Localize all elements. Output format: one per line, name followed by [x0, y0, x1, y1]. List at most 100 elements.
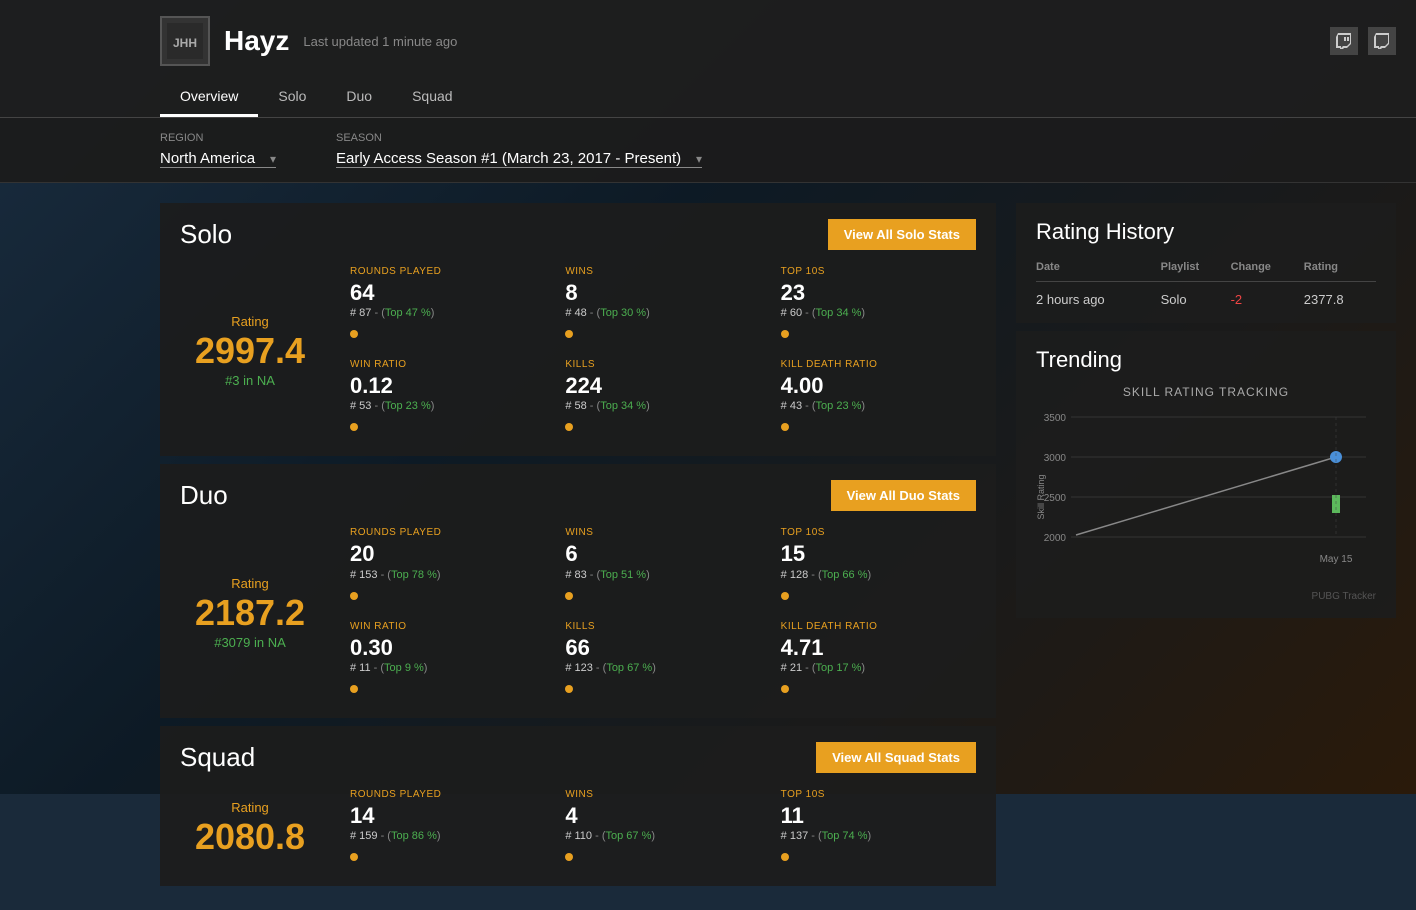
squad-stat-wins-dot — [565, 853, 573, 861]
svg-text:3500: 3500 — [1044, 413, 1067, 424]
solo-stat-wins-name: WINS — [565, 266, 750, 277]
solo-stat-kills: KILLS 224 # 58 - (Top 34 %) — [555, 359, 760, 436]
solo-stat-wins: WINS 8 # 48 - (Top 30 %) — [555, 266, 760, 343]
header-icons — [1330, 27, 1396, 55]
stats-column: Solo View All Solo Stats Rating 2997.4 #… — [160, 203, 996, 890]
season-filter: Season Early Access Season #1 (March 23,… — [336, 132, 702, 168]
duo-body: Rating 2187.2 #3079 in NA ROUNDS PLAYED … — [180, 527, 976, 697]
duo-stat-top10s-dot — [781, 592, 789, 600]
solo-stat-winratio-rank: # 53 - (Top 23 %) — [350, 400, 535, 412]
solo-stat-winratio-value: 0.12 — [350, 374, 535, 398]
col-playlist: Playlist — [1161, 261, 1231, 282]
squad-rating-box: Rating 2080.8 — [180, 789, 340, 866]
duo-stat-kdr-dot — [781, 685, 789, 693]
col-change: Change — [1231, 261, 1304, 282]
solo-stat-winratio-dot — [350, 423, 358, 431]
squad-title: Squad — [180, 742, 255, 773]
svg-text:May 15: May 15 — [1320, 554, 1353, 565]
solo-rating-value: 2997.4 — [195, 333, 305, 369]
duo-stat-wins-dot — [565, 592, 573, 600]
nav-tabs: Overview Solo Duo Squad — [160, 78, 1396, 117]
region-label: Region — [160, 132, 276, 144]
solo-stat-wins-dot — [565, 330, 573, 338]
solo-stat-wins-value: 8 — [565, 281, 750, 305]
twitch-icon-1[interactable] — [1330, 27, 1358, 55]
solo-stat-kdr-rank: # 43 - (Top 23 %) — [781, 400, 966, 412]
trending-title: Trending — [1036, 347, 1376, 373]
duo-stat-kdr: KILL DEATH RATIO 4.71 # 21 - (Top 17 %) — [771, 621, 976, 698]
solo-rating-rank: #3 in NA — [225, 373, 275, 388]
squad-section: Squad View All Squad Stats Rating 2080.8… — [160, 726, 996, 886]
pubg-watermark: PUBG Tracker — [1036, 591, 1376, 602]
solo-stat-kills-name: KILLS — [565, 359, 750, 370]
duo-rating-value: 2187.2 — [195, 595, 305, 631]
solo-stat-winratio: WIN RATIO 0.12 # 53 - (Top 23 %) — [340, 359, 545, 436]
solo-stat-top10s-name: TOP 10S — [781, 266, 966, 277]
region-select[interactable]: North America Europe Asia — [160, 150, 276, 168]
duo-stat-kills: KILLS 66 # 123 - (Top 67 %) — [555, 621, 760, 698]
history-playlist: Solo — [1161, 282, 1231, 308]
squad-stat-top10s-dot — [781, 853, 789, 861]
avatar: JHH — [160, 16, 210, 66]
tab-solo[interactable]: Solo — [258, 78, 326, 117]
duo-stats-grid: ROUNDS PLAYED 20 # 153 - (Top 78 %) WINS… — [340, 527, 976, 697]
rating-history-table: Date Playlist Change Rating 2 hours ago … — [1036, 261, 1376, 307]
right-column: Rating History Date Playlist Change Rati… — [1016, 203, 1396, 890]
squad-stats-grid: ROUNDS PLAYED 14 # 159 - (Top 86 %) WINS… — [340, 789, 976, 866]
solo-stat-winratio-name: WIN RATIO — [350, 359, 535, 370]
solo-stat-top10s-dot — [781, 330, 789, 338]
col-date: Date — [1036, 261, 1161, 282]
solo-section: Solo View All Solo Stats Rating 2997.4 #… — [160, 203, 996, 456]
twitch-icon-2[interactable] — [1368, 27, 1396, 55]
squad-stat-wins: WINS 4 # 110 - (Top 67 %) — [555, 789, 760, 866]
duo-title: Duo — [180, 480, 228, 511]
solo-stat-kdr-value: 4.00 — [781, 374, 966, 398]
solo-stat-rounds-value: 64 — [350, 281, 535, 305]
solo-stat-top10s: TOP 10S 23 # 60 - (Top 34 %) — [771, 266, 976, 343]
duo-stat-wins: WINS 6 # 83 - (Top 51 %) — [555, 527, 760, 604]
duo-stat-kills-dot — [565, 685, 573, 693]
history-change: -2 — [1231, 282, 1304, 308]
squad-rating-value: 2080.8 — [195, 819, 305, 855]
player-name: Hayz — [224, 25, 289, 57]
solo-stat-top10s-value: 23 — [781, 281, 966, 305]
solo-stat-kills-dot — [565, 423, 573, 431]
duo-stat-top10s: TOP 10S 15 # 128 - (Top 66 %) — [771, 527, 976, 604]
duo-rating-box: Rating 2187.2 #3079 in NA — [180, 527, 340, 697]
view-all-squad-button[interactable]: View All Squad Stats — [816, 742, 976, 773]
history-rating: 2377.8 — [1304, 282, 1376, 308]
svg-text:2000: 2000 — [1044, 533, 1067, 544]
tab-overview[interactable]: Overview — [160, 78, 258, 117]
squad-stat-top10s: TOP 10S 11 # 137 - (Top 74 %) — [771, 789, 976, 866]
header: JHH Hayz Last updated 1 minute ago Overv… — [0, 0, 1416, 118]
region-filter: Region North America Europe Asia — [160, 132, 276, 168]
solo-stat-kdr-name: KILL DEATH RATIO — [781, 359, 966, 370]
duo-section: Duo View All Duo Stats Rating 2187.2 #30… — [160, 464, 996, 717]
col-rating: Rating — [1304, 261, 1376, 282]
history-row: 2 hours ago Solo -2 2377.8 — [1036, 282, 1376, 308]
solo-stat-kdr-dot — [781, 423, 789, 431]
trending-panel: Trending SKILL RATING TRACKING 3500 3000… — [1016, 331, 1396, 618]
history-date: 2 hours ago — [1036, 282, 1161, 308]
solo-rating-label: Rating — [231, 314, 269, 329]
solo-stat-top10s-rank: # 60 - (Top 34 %) — [781, 307, 966, 319]
solo-stat-rounds-dot — [350, 330, 358, 338]
chart-title: SKILL RATING TRACKING — [1036, 385, 1376, 399]
solo-stats-grid: ROUNDS PLAYED 64 # 87 - (Top 47 %) WINS … — [340, 266, 976, 436]
solo-stat-kdr: KILL DEATH RATIO 4.00 # 43 - (Top 23 %) — [771, 359, 976, 436]
tab-squad[interactable]: Squad — [392, 78, 472, 117]
squad-stat-rounds: ROUNDS PLAYED 14 # 159 - (Top 86 %) — [340, 789, 545, 866]
season-select[interactable]: Early Access Season #1 (March 23, 2017 -… — [336, 150, 702, 168]
svg-text:JHH: JHH — [173, 36, 197, 50]
duo-rating-label: Rating — [231, 576, 269, 591]
solo-stat-wins-rank: # 48 - (Top 30 %) — [565, 307, 750, 319]
view-all-solo-button[interactable]: View All Solo Stats — [828, 219, 976, 250]
squad-stat-rounds-dot — [350, 853, 358, 861]
filters-bar: Region North America Europe Asia Season … — [0, 118, 1416, 183]
svg-text:3000: 3000 — [1044, 453, 1067, 464]
duo-stat-rounds: ROUNDS PLAYED 20 # 153 - (Top 78 %) — [340, 527, 545, 604]
duo-rating-rank: #3079 in NA — [214, 635, 286, 650]
view-all-duo-button[interactable]: View All Duo Stats — [831, 480, 976, 511]
main-layout: Solo View All Solo Stats Rating 2997.4 #… — [0, 183, 1416, 910]
tab-duo[interactable]: Duo — [326, 78, 392, 117]
